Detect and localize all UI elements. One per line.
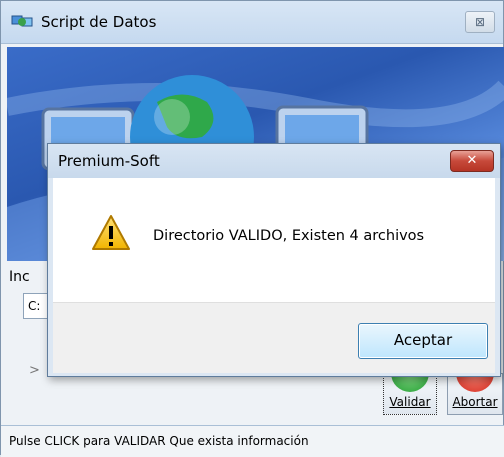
dialog-message: Directorio VALIDO, Existen 4 archivos [153, 228, 425, 244]
abortar-label: Abortar [452, 395, 498, 409]
status-bar: Pulse CLICK para VALIDAR Que exista info… [1, 425, 504, 457]
main-close-button[interactable]: ⊠ [465, 11, 495, 33]
message-dialog: Premium-Soft ✕ Directorio VALIDO, Existe… [47, 143, 501, 377]
dialog-footer: Aceptar [53, 302, 495, 373]
dialog-body: Directorio VALIDO, Existen 4 archivos [53, 178, 495, 302]
dialog-close-button[interactable]: ✕ [450, 150, 494, 172]
arrow-text: > [29, 363, 40, 378]
status-text: Pulse CLICK para VALIDAR Que exista info… [9, 434, 309, 448]
validar-label: Validar [389, 395, 431, 409]
dialog-title-bar[interactable]: Premium-Soft ✕ [48, 144, 500, 178]
app-icon [11, 15, 33, 27]
index-label: Inc [9, 269, 30, 285]
accept-button[interactable]: Aceptar [358, 323, 488, 359]
main-window-title: Script de Datos [41, 13, 157, 31]
dialog-title: Premium-Soft [58, 152, 160, 170]
main-title-bar[interactable]: Script de Datos ⊠ [1, 1, 503, 44]
warning-icon [92, 215, 130, 250]
validar-button[interactable]: Validar [383, 372, 437, 415]
abortar-button[interactable]: Abortar [447, 372, 503, 415]
